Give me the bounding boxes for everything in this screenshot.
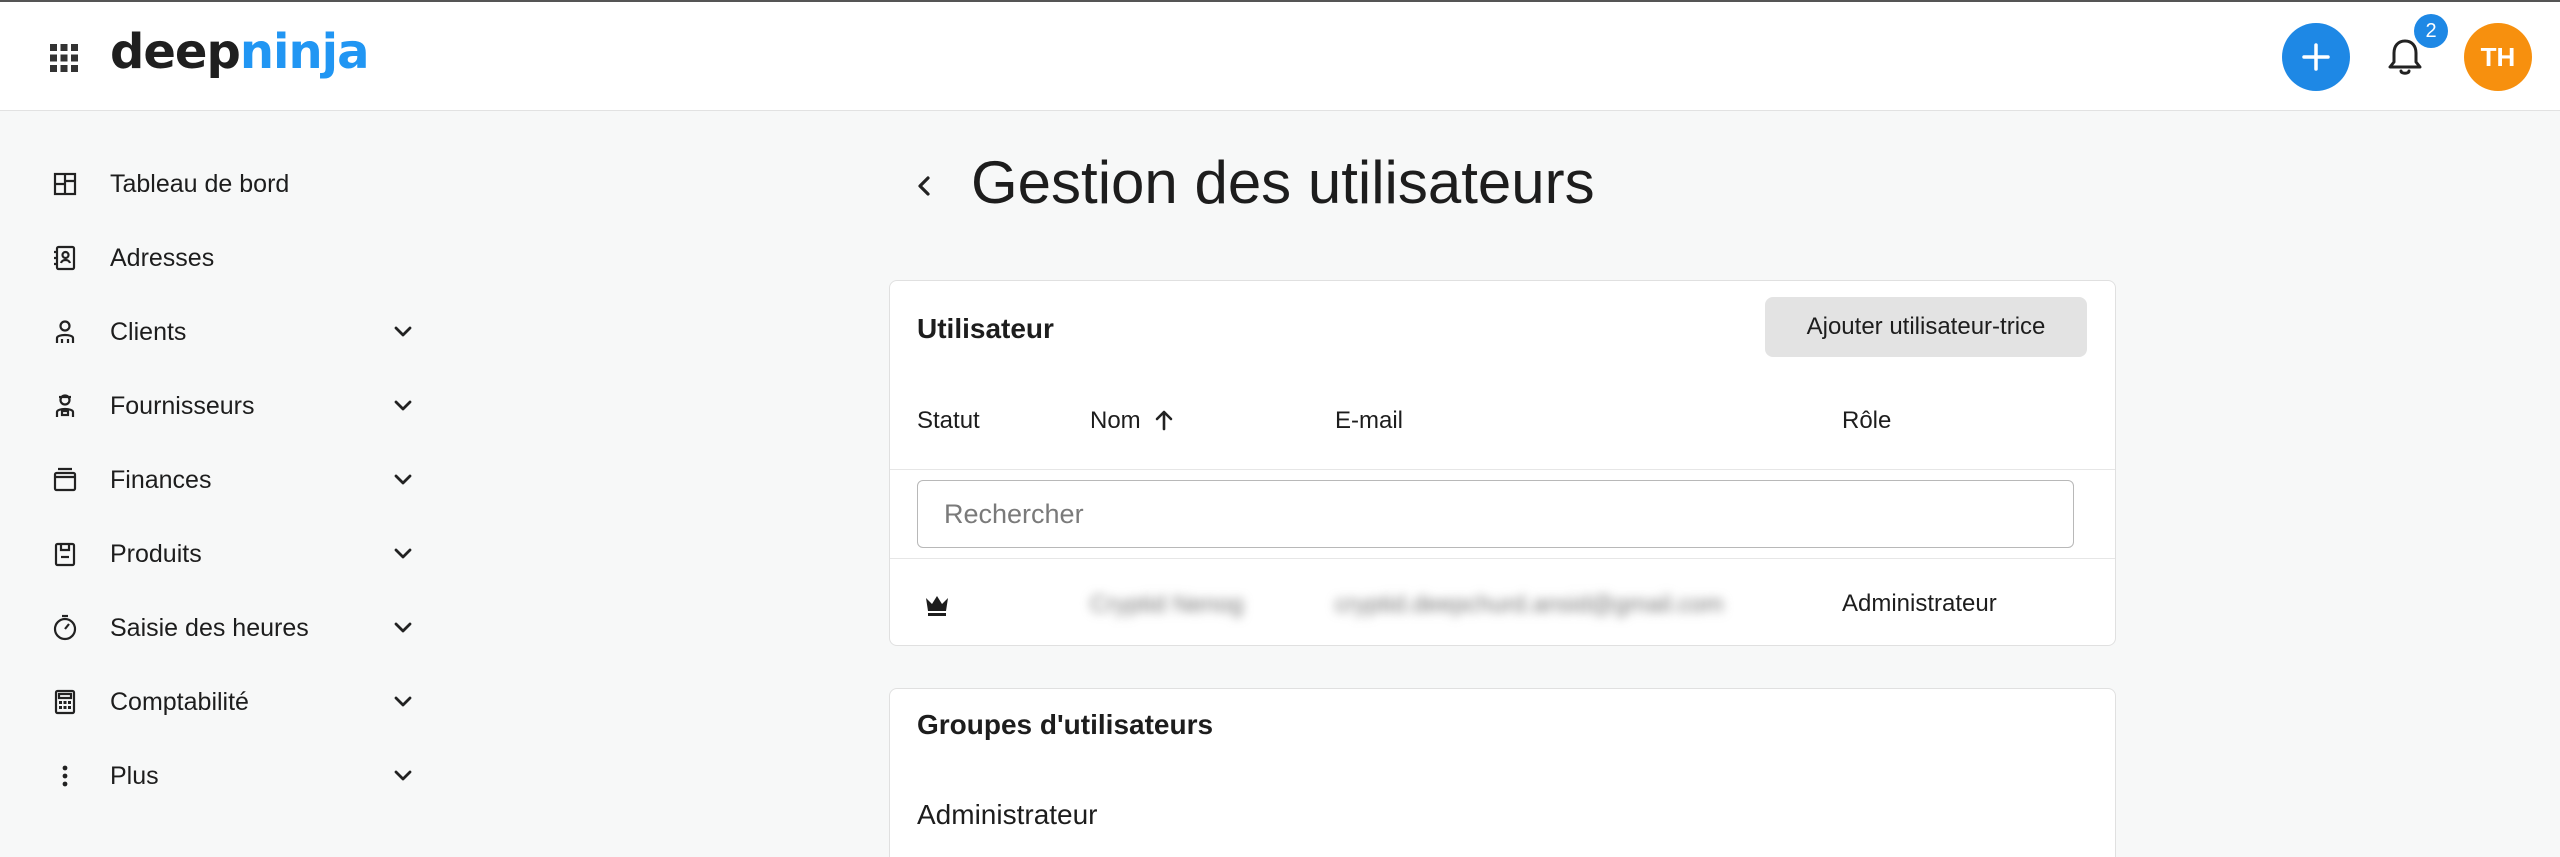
sidebar-item-comptabilite[interactable]: Comptabilité [0,670,440,734]
create-new-button[interactable] [2282,23,2350,91]
user-group-item[interactable]: Administrateur [917,799,1098,831]
user-groups-card: Groupes d'utilisateurs Administrateur [889,688,2116,857]
sidebar-item-label: Finances [110,465,212,494]
chevron-down-icon[interactable] [390,763,416,789]
row-divider [890,558,2115,559]
sidebar-item-label: Produits [110,539,202,568]
user-email-cell: cryptid.deepchurd.ansid@gmail.com [1335,591,1724,618]
sidebar-item-clients[interactable]: Clients [0,300,440,364]
timer-icon [53,614,77,641]
wallet-icon [53,467,77,492]
sidebar-item-label: Clients [110,317,187,346]
logo-text-deep: deep [110,24,241,80]
sidebar-item-plus[interactable]: Plus [0,744,440,808]
suppliers-icon [55,394,75,417]
calculator-icon [54,689,76,715]
add-user-button[interactable]: Ajouter utilisateur-trice [1765,297,2087,357]
sidebar-item-label: Fournisseurs [110,391,255,420]
search-input[interactable] [917,480,2074,548]
notification-count-badge: 2 [2414,14,2448,48]
chevron-down-icon[interactable] [390,615,416,641]
back-chevron-icon[interactable] [906,168,942,204]
column-header-name[interactable]: Nom [1090,407,1177,435]
sidebar-item-adresses[interactable]: Adresses [0,226,440,290]
chevron-down-icon[interactable] [390,319,416,345]
clients-icon [55,320,75,343]
app-header: deepninja 2 TH [0,2,2560,111]
sidebar-item-label: Tableau de bord [110,169,290,198]
logo-text-ninja: ninja [239,24,370,80]
column-header-role[interactable]: Rôle [1842,407,1891,435]
chevron-down-icon[interactable] [390,393,416,419]
sidebar-item-label: Adresses [110,243,215,272]
dashboard-icon [53,172,77,196]
apps-grid-icon[interactable] [48,42,80,74]
user-name-cell: Cryptid Nenog [1090,591,1244,618]
more-vertical-icon [62,765,68,787]
sidebar-item-saisie-des-heures[interactable]: Saisie des heures [0,596,440,660]
page-title: Gestion des utilisateurs [971,149,1595,216]
sidebar-item-finances[interactable]: Finances [0,448,440,512]
sort-ascending-arrow-icon [1156,410,1173,431]
users-card: Utilisateur Ajouter utilisateur-trice St… [889,280,2116,646]
column-header-name-label: Nom [1090,407,1141,434]
sidebar-item-label: Comptabilité [110,687,249,716]
column-header-email[interactable]: E-mail [1335,407,1403,435]
chevron-down-icon[interactable] [390,467,416,493]
sidebar-item-produits[interactable]: Produits [0,522,440,586]
product-icon [54,542,76,567]
sidebar-item-tableau-de-bord[interactable]: Tableau de bord [0,152,440,216]
sidebar-item-fournisseurs[interactable]: Fournisseurs [0,374,440,438]
crown-icon [926,596,948,616]
user-groups-card-title: Groupes d'utilisateurs [917,709,1214,740]
address-book-icon [54,245,76,271]
users-card-title: Utilisateur [917,313,1054,344]
sidebar-item-label: Plus [110,761,159,790]
user-role-cell: Administrateur [1842,590,1997,617]
column-header-status[interactable]: Statut [917,407,980,435]
header-divider [890,469,2115,470]
plus-icon [2302,43,2330,71]
chevron-down-icon[interactable] [390,689,416,715]
sidebar-item-label: Saisie des heures [110,613,309,642]
app-logo[interactable]: deepninja [110,24,370,80]
user-avatar[interactable]: TH [2464,23,2532,91]
chevron-down-icon[interactable] [390,541,416,567]
